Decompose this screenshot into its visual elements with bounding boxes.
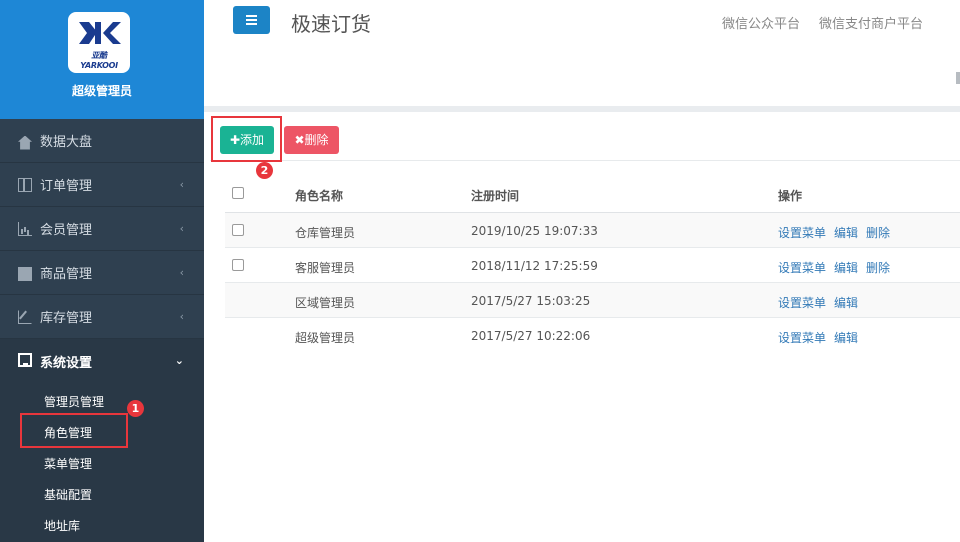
column-header-actions: 操作: [778, 189, 803, 203]
envelope-icon: [18, 266, 32, 281]
chevron-down-icon: ⌄: [174, 354, 184, 367]
table-row: 客服管理员 2018/11/12 17:25:59 设置菜单 编辑 删除: [225, 248, 960, 283]
set-menu-link[interactable]: 设置菜单: [778, 331, 826, 345]
sidebar-item-label: 系统设置: [40, 355, 93, 371]
delete-link[interactable]: 删除: [866, 261, 890, 275]
sidebar-item-orders[interactable]: 订单管理 ‹: [0, 163, 204, 207]
actions-cell: 设置菜单 编辑 删除: [778, 259, 898, 276]
delete-button-label: 删除: [304, 133, 329, 147]
desktop-icon: [18, 353, 32, 367]
set-menu-link[interactable]: 设置菜单: [778, 261, 826, 275]
link-wechat-pay-merchant[interactable]: 微信支付商户平台: [819, 17, 923, 32]
set-menu-link[interactable]: 设置菜单: [778, 226, 826, 240]
table-row: 区域管理员 2017/5/27 15:03:25 设置菜单 编辑: [225, 283, 960, 318]
row-checkbox[interactable]: [232, 224, 244, 236]
set-menu-link[interactable]: 设置菜单: [778, 296, 826, 310]
column-header-register-time: 注册时间: [471, 189, 520, 203]
register-time-cell: 2019/10/25 19:07:33: [471, 224, 598, 238]
link-wechat-official-platform[interactable]: 微信公众平台: [722, 17, 800, 32]
sidebar-item-members[interactable]: 会员管理 ‹: [0, 207, 204, 251]
chevron-left-icon: ‹: [179, 178, 184, 191]
sidebar-item-label: 数据大盘: [40, 135, 93, 150]
row-checkbox[interactable]: [232, 259, 244, 271]
register-time-cell: 2018/11/12 17:25:59: [471, 259, 598, 273]
sidebar-item-label: 商品管理: [40, 267, 93, 282]
select-all-checkbox[interactable]: [232, 187, 244, 199]
page-title: 极速订货: [291, 12, 371, 36]
edit-link[interactable]: 编辑: [834, 331, 858, 345]
actions-cell: 设置菜单 编辑 删除: [778, 224, 898, 241]
delete-button[interactable]: ✖删除: [284, 126, 339, 154]
system-settings-submenu: 管理员管理 角色管理 菜单管理 基础配置 地址库: [0, 383, 204, 542]
sidebar-item-products[interactable]: 商品管理 ‹: [0, 251, 204, 295]
edit-icon: [18, 309, 32, 324]
logo: 亚酷 YARKOOI: [68, 12, 130, 73]
brand-header: 亚酷 YARKOOI 超级管理员: [0, 0, 204, 119]
submenu-item-menus[interactable]: 菜单管理: [0, 449, 204, 480]
sidebar-nav: 数据大盘 订单管理 ‹ 会员管理 ‹ 商品管理 ‹ 库存管理 ‹ 系统设置 ⌄: [0, 119, 204, 542]
close-icon: ✖: [294, 133, 305, 147]
register-time-cell: 2017/5/27 10:22:06: [471, 329, 591, 343]
table-row: 仓库管理员 2019/10/25 19:07:33 设置菜单 编辑 删除: [225, 213, 960, 248]
columns-icon: [18, 177, 32, 192]
edit-link[interactable]: 编辑: [834, 226, 858, 240]
sidebar-item-label: 订单管理: [40, 179, 93, 194]
sidebar: 亚酷 YARKOOI 超级管理员 数据大盘 订单管理 ‹ 会员管理 ‹ 商品管理…: [0, 0, 204, 542]
role-title: 超级管理员: [71, 84, 132, 98]
yarkooi-logo-icon: [79, 22, 121, 44]
role-name-cell: 仓库管理员: [295, 226, 356, 240]
sidebar-item-system-settings[interactable]: 系统设置 ⌄: [0, 339, 204, 383]
toolbar-divider: [210, 160, 960, 161]
role-name-cell: 客服管理员: [295, 261, 356, 275]
home-icon: [18, 135, 32, 150]
highlight-box-add: [211, 116, 282, 162]
truncated-link: [956, 72, 960, 84]
sidebar-item-label: 库存管理: [40, 311, 93, 326]
edit-link[interactable]: 编辑: [834, 296, 858, 310]
top-links: 微信公众平台 微信支付商户平台: [722, 13, 942, 32]
actions-cell: 设置菜单 编辑: [778, 329, 866, 346]
step-marker-1: 1: [127, 400, 144, 417]
role-name-cell: 超级管理员: [295, 331, 356, 345]
actions-cell: 设置菜单 编辑: [778, 294, 866, 311]
register-time-cell: 2017/5/27 15:03:25: [471, 294, 591, 308]
table-row: 超级管理员 2017/5/27 10:22:06 设置菜单 编辑: [225, 318, 960, 353]
header-divider: [204, 106, 960, 112]
sidebar-item-dashboard[interactable]: 数据大盘: [0, 119, 204, 163]
delete-link[interactable]: 删除: [866, 226, 890, 240]
submenu-item-address-library[interactable]: 地址库: [0, 511, 204, 542]
top-bar: 极速订货 微信公众平台 微信支付商户平台: [204, 0, 960, 107]
roles-table: 角色名称 注册时间 操作 仓库管理员 2019/10/25 19:07:33 设…: [225, 175, 960, 353]
column-header-role-name: 角色名称: [295, 189, 344, 203]
chevron-left-icon: ‹: [179, 310, 184, 323]
bar-chart-icon: [18, 221, 32, 236]
logo-text: 亚酷 YARKOOI: [80, 51, 118, 70]
sidebar-item-inventory[interactable]: 库存管理 ‹: [0, 295, 204, 339]
chevron-left-icon: ‹: [179, 266, 184, 279]
highlight-box-roles: [20, 413, 128, 448]
submenu-item-basic-config[interactable]: 基础配置: [0, 480, 204, 511]
table-header-row: 角色名称 注册时间 操作: [225, 175, 960, 213]
sidebar-item-label: 会员管理: [40, 223, 93, 238]
role-name-cell: 区域管理员: [295, 296, 356, 310]
chevron-left-icon: ‹: [179, 222, 184, 235]
menu-toggle-button[interactable]: [233, 6, 270, 34]
edit-link[interactable]: 编辑: [834, 261, 858, 275]
